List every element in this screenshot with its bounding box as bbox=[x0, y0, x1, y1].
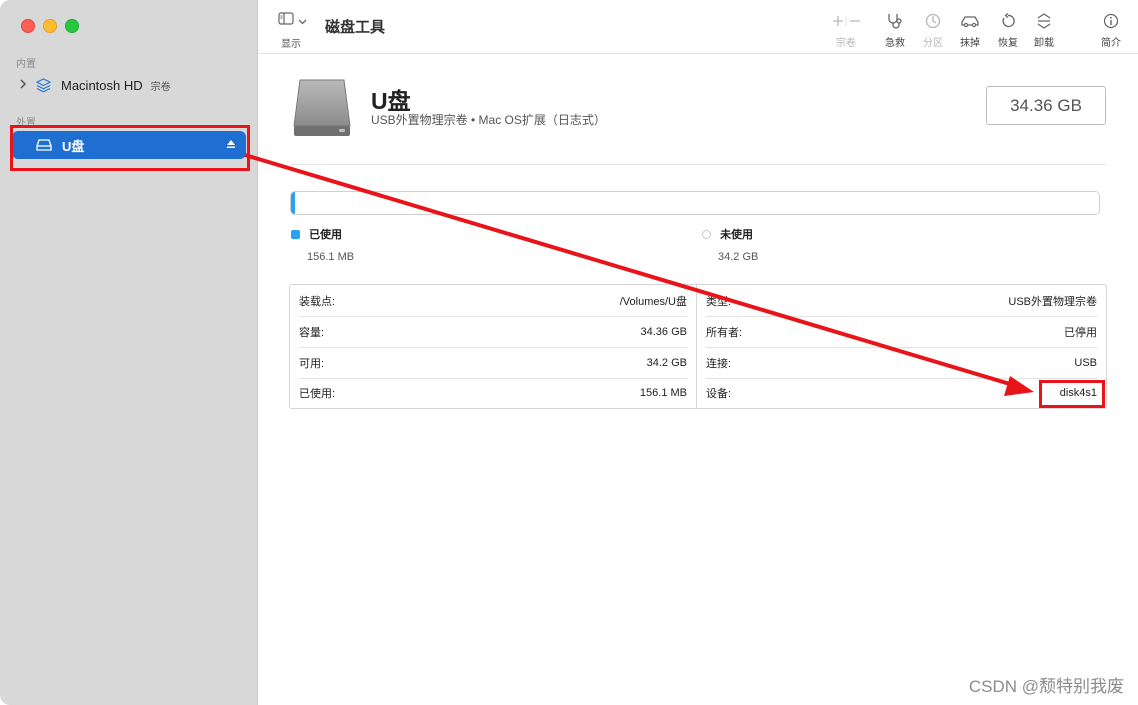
disk-utility-window: 内置 Macintosh HD 宗卷 外置 U盘 显示 磁盘工具 宗卷 急救 分… bbox=[0, 0, 1138, 705]
watermark-text: CSDN @颓特别我废 bbox=[968, 677, 1124, 696]
annotation-arrow bbox=[244, 153, 1034, 396]
